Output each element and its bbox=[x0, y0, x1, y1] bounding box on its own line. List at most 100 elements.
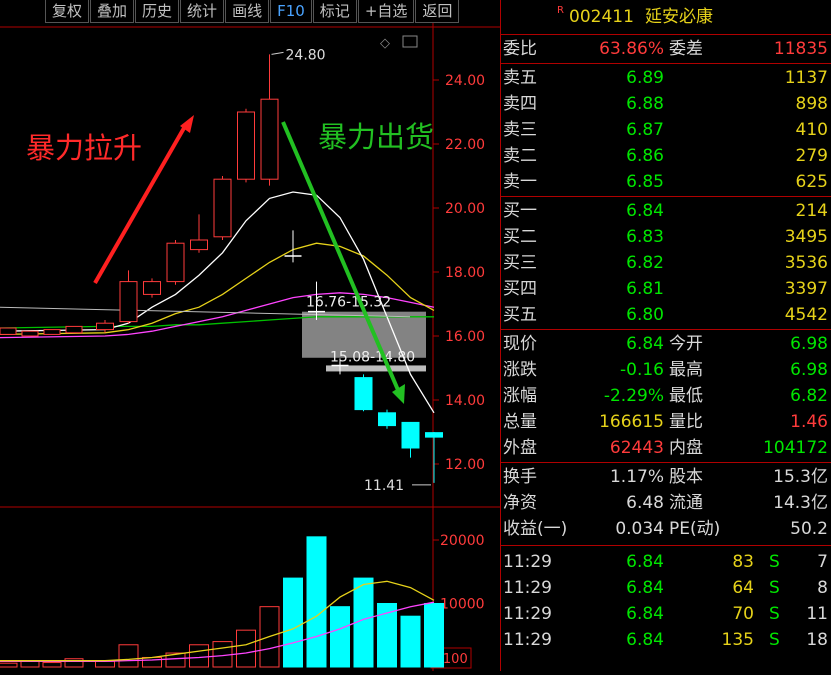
volume-axis-label: 10000 bbox=[440, 597, 485, 613]
divider bbox=[501, 462, 831, 463]
sell-qty: 1137 bbox=[784, 68, 828, 88]
volume-bar bbox=[0, 662, 18, 668]
tick-price: 6.84 bbox=[626, 578, 664, 598]
buy-qty: 3495 bbox=[784, 227, 828, 247]
candle-body bbox=[237, 111, 255, 180]
candle-body bbox=[0, 327, 17, 335]
stock-name: 延安必康 bbox=[645, 7, 713, 27]
quote-label: 最低 bbox=[669, 386, 703, 406]
price-axis-label: 24.00 bbox=[445, 73, 485, 89]
tick-row: 11:29 6.84 135 S 18 bbox=[501, 627, 831, 653]
tick-time: 11:29 bbox=[503, 604, 552, 624]
tick-side: S bbox=[769, 630, 780, 650]
sell-qty: 279 bbox=[795, 146, 828, 166]
window-icon bbox=[402, 35, 418, 48]
tick-price: 6.84 bbox=[626, 630, 664, 650]
range-label-lower: 15.08-14.80 bbox=[330, 349, 415, 365]
fund-value: 6.48 bbox=[626, 493, 664, 513]
tick-count: 11 bbox=[806, 604, 828, 624]
wei-bi-label: 委比 bbox=[503, 39, 537, 59]
quote-value: 166615 bbox=[599, 412, 664, 432]
sell-level-label: 卖三 bbox=[503, 120, 537, 140]
wei-cha-value: 11835 bbox=[773, 39, 828, 59]
tick-side: S bbox=[769, 552, 780, 572]
kline-chart[interactable]: 24.00 22.00 20.00 18.00 16.00 14.00 12.00 20000… bbox=[0, 0, 500, 671]
toolbar-button-7[interactable]: +自选 bbox=[357, 0, 415, 23]
sell-level-label: 卖二 bbox=[503, 146, 537, 166]
quote-label: 内盘 bbox=[669, 438, 703, 458]
high-price-label: 24.80 bbox=[286, 47, 326, 63]
toolbar-button-4[interactable]: 画线 bbox=[225, 0, 270, 23]
tick-count: 7 bbox=[817, 552, 828, 572]
fund-label: 收益(一) bbox=[503, 519, 568, 539]
chart-area[interactable]: 24.00 22.00 20.00 18.00 16.00 14.00 12.00 20000… bbox=[0, 0, 500, 671]
toolbar-button-5[interactable]: F10 bbox=[270, 0, 312, 23]
volume-bar bbox=[330, 606, 350, 668]
tick-time: 11:29 bbox=[503, 552, 552, 572]
candle-body bbox=[213, 178, 232, 238]
fund-value: 14.3亿 bbox=[773, 493, 828, 513]
tick-row: 11:29 6.84 83 S 7 bbox=[501, 549, 831, 575]
tick-price: 6.84 bbox=[626, 604, 664, 624]
price-axis-label: 12.00 bbox=[445, 457, 485, 473]
fund-label: 流通 bbox=[669, 493, 703, 513]
quote-label: 最高 bbox=[669, 360, 703, 380]
buy-price: 6.84 bbox=[626, 201, 664, 221]
buy-price: 6.80 bbox=[626, 305, 664, 325]
tick-time: 11:29 bbox=[503, 630, 552, 650]
toolbar-button-6[interactable]: 标记 bbox=[312, 0, 357, 23]
candle-body bbox=[166, 242, 185, 283]
tick-time: 11:29 bbox=[503, 578, 552, 598]
range-box-small bbox=[326, 365, 426, 372]
stock-code: 002411 bbox=[569, 7, 634, 27]
tick-volume: 135 bbox=[721, 630, 754, 650]
buy-row: 买三 6.82 3536 bbox=[501, 250, 831, 276]
toolbar-button-1[interactable]: 叠加 bbox=[90, 0, 135, 23]
toolbar-button-8[interactable]: 返回 bbox=[415, 0, 460, 23]
fund-value: 1.17% bbox=[609, 467, 664, 487]
fundamental-row: 换手 1.17% 股本 15.3亿 bbox=[501, 464, 831, 490]
candle-body bbox=[143, 281, 161, 295]
sell-row: 卖三 6.87 410 bbox=[501, 117, 831, 143]
tick-row: 11:29 6.84 70 S 11 bbox=[501, 601, 831, 627]
dump-annotation: 暴力出货 bbox=[318, 120, 434, 154]
buy-level-label: 买三 bbox=[503, 253, 537, 273]
toolbar-button-0[interactable]: 复权 bbox=[45, 0, 90, 23]
sell-level-label: 卖五 bbox=[503, 68, 537, 88]
quote-value: 6.98 bbox=[790, 334, 828, 354]
volume-bar bbox=[42, 662, 62, 668]
buy-price: 6.83 bbox=[626, 227, 664, 247]
volume-bar bbox=[236, 629, 256, 668]
quote-value: 62443 bbox=[609, 438, 664, 458]
buy-qty: 3397 bbox=[784, 279, 828, 299]
quote-row: 涨跌 -0.16 最高 6.98 bbox=[501, 357, 831, 383]
fund-value: 50.2 bbox=[790, 519, 828, 539]
high-pointer bbox=[271, 51, 284, 55]
tick-count: 18 bbox=[806, 630, 828, 650]
volume-bar bbox=[95, 660, 115, 668]
quote-row: 外盘 62443 内盘 104172 bbox=[501, 435, 831, 461]
buy-qty: 3536 bbox=[784, 253, 828, 273]
quote-panel: R 002411 延安必康 委比 63.86% 委差 11835 卖五 6.89 1137 卖… bbox=[500, 0, 831, 671]
fund-label: 换手 bbox=[503, 467, 537, 487]
quote-value: 1.46 bbox=[790, 412, 828, 432]
buy-level-label: 买二 bbox=[503, 227, 537, 247]
quote-value: 6.84 bbox=[626, 334, 664, 354]
tick-row: 11:29 6.84 64 S 8 bbox=[501, 575, 831, 601]
buy-row: 买五 6.80 4542 bbox=[501, 302, 831, 328]
candle-body bbox=[425, 432, 443, 438]
quote-value: 104172 bbox=[763, 438, 828, 458]
quote-value: -0.16 bbox=[620, 360, 664, 380]
diamond-icon: ◇ bbox=[380, 36, 390, 51]
candle-body bbox=[119, 281, 138, 323]
buy-level-label: 买四 bbox=[503, 279, 537, 299]
buy-qty: 214 bbox=[795, 201, 828, 221]
wei-cha-label: 委差 bbox=[669, 39, 703, 59]
sell-level-label: 卖四 bbox=[503, 94, 537, 114]
buy-level-label: 买一 bbox=[503, 201, 537, 221]
buy-row: 买四 6.81 3397 bbox=[501, 276, 831, 302]
buy-price: 6.82 bbox=[626, 253, 664, 273]
toolbar-button-2[interactable]: 历史 bbox=[135, 0, 180, 23]
toolbar-button-3[interactable]: 统计 bbox=[180, 0, 225, 23]
sell-row: 卖一 6.85 625 bbox=[501, 169, 831, 195]
